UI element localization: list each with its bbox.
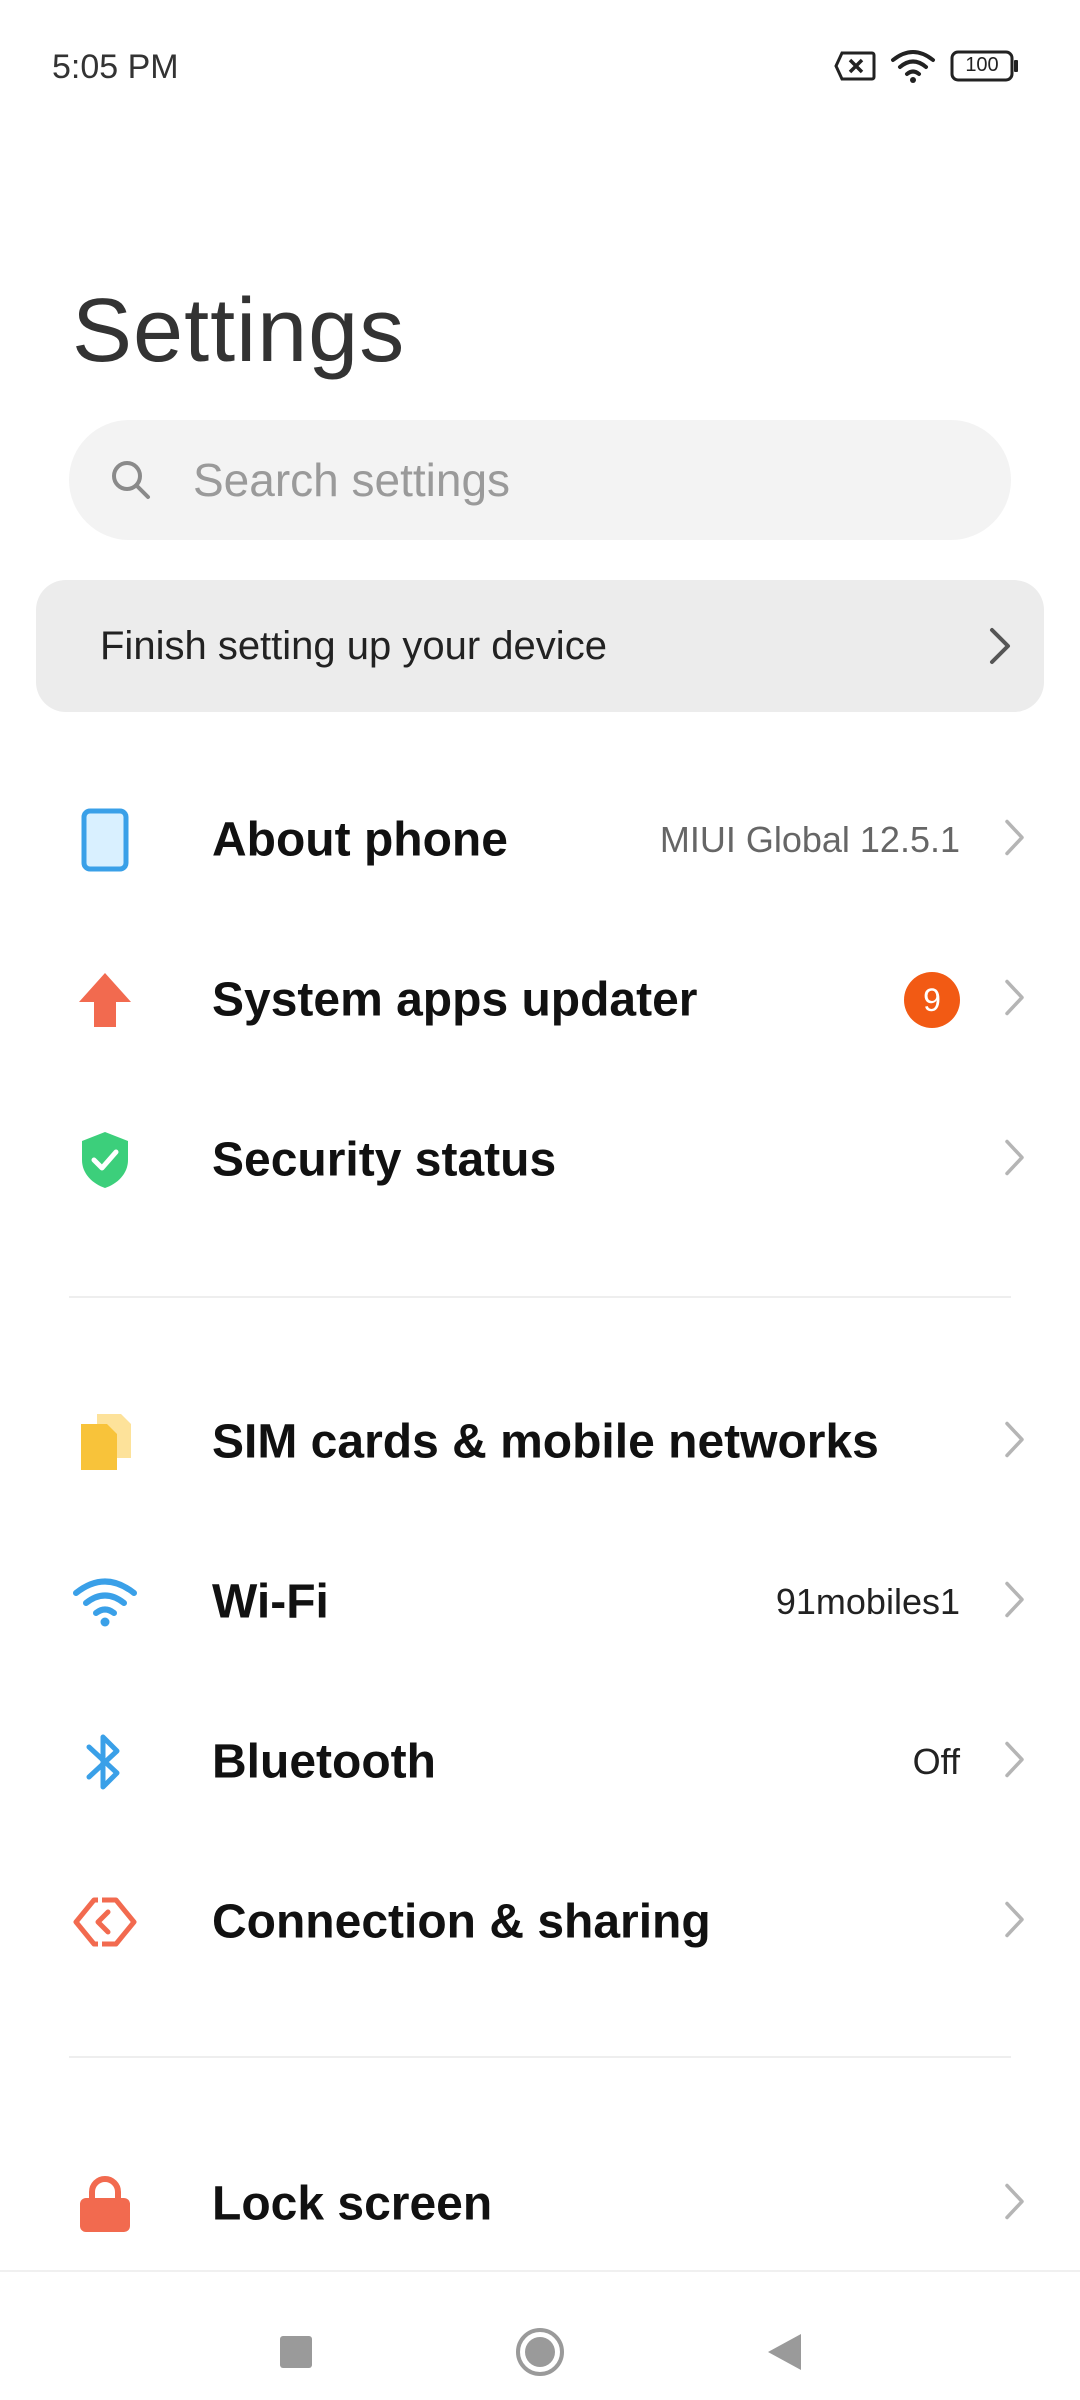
phone-icon: [70, 805, 140, 875]
settings-item-label: Security status: [212, 1133, 557, 1187]
search-input[interactable]: [193, 420, 973, 540]
battery-level: 100: [965, 54, 999, 76]
settings-item-label: SIM cards & mobile networks: [212, 1415, 879, 1469]
settings-item-value: Off: [912, 1741, 960, 1782]
battery-icon: 100: [950, 50, 1020, 82]
page-title: Settings: [72, 281, 406, 381]
chevron-right-icon: [1004, 1138, 1026, 1183]
settings-item-lock-screen[interactable]: Lock screen: [0, 2124, 1080, 2284]
chevron-right-icon: [988, 626, 1012, 671]
chevron-right-icon: [1004, 818, 1026, 863]
settings-item-label: System apps updater: [212, 973, 698, 1027]
status-bar: 5:05 PM 100: [0, 0, 1080, 134]
wifi-status-icon: [890, 48, 936, 84]
chevron-right-icon: [1004, 1420, 1026, 1465]
section-divider: [69, 2056, 1011, 2058]
search-icon: [109, 458, 153, 507]
settings-item-label: Wi-Fi: [212, 1575, 329, 1629]
arrow-up-icon: [70, 965, 140, 1035]
settings-item-label: Connection & sharing: [212, 1895, 711, 1949]
status-icons: 100: [834, 48, 1020, 84]
recents-button[interactable]: [266, 2322, 326, 2382]
no-sim-icon: [834, 50, 876, 82]
settings-item-label: Lock screen: [212, 2177, 493, 2231]
chevron-right-icon: [1004, 2182, 1026, 2227]
finish-setup-label: Finish setting up your device: [100, 624, 607, 668]
search-bar[interactable]: [69, 420, 1011, 540]
chevron-right-icon: [1004, 1580, 1026, 1625]
chevron-right-icon: [1004, 978, 1026, 1023]
chevron-right-icon: [1004, 1900, 1026, 1945]
home-button[interactable]: [510, 2322, 570, 2382]
settings-item-security-status[interactable]: Security status: [0, 1080, 1080, 1240]
settings-item-about-phone[interactable]: About phone MIUI Global 12.5.1: [0, 760, 1080, 920]
settings-item-wifi[interactable]: Wi-Fi 91mobiles1: [0, 1522, 1080, 1682]
bluetooth-icon: [70, 1727, 140, 1797]
wifi-icon: [70, 1567, 140, 1637]
settings-item-sim-cards[interactable]: SIM cards & mobile networks: [0, 1362, 1080, 1522]
update-count-badge: 9: [904, 972, 960, 1028]
settings-item-value: 91mobiles1: [775, 1581, 960, 1622]
section-divider: [69, 1296, 1011, 1298]
chevron-right-icon: [1004, 1740, 1026, 1785]
settings-item-system-apps-updater[interactable]: System apps updater 9: [0, 920, 1080, 1080]
navigation-bar: [0, 2270, 1080, 2400]
settings-item-value: MIUI Global 12.5.1: [659, 819, 960, 860]
shield-check-icon: [70, 1125, 140, 1195]
connection-sharing-icon: [70, 1887, 140, 1957]
sim-card-icon: [70, 1407, 140, 1477]
finish-setup-card[interactable]: Finish setting up your device: [36, 580, 1044, 712]
settings-item-connection-sharing[interactable]: Connection & sharing: [0, 1842, 1080, 2002]
settings-item-bluetooth[interactable]: Bluetooth Off: [0, 1682, 1080, 1842]
back-button[interactable]: [754, 2322, 814, 2382]
settings-item-label: Bluetooth: [212, 1735, 436, 1789]
settings-item-label: About phone: [212, 813, 508, 867]
lock-icon: [70, 2169, 140, 2239]
status-time: 5:05 PM: [52, 48, 179, 86]
